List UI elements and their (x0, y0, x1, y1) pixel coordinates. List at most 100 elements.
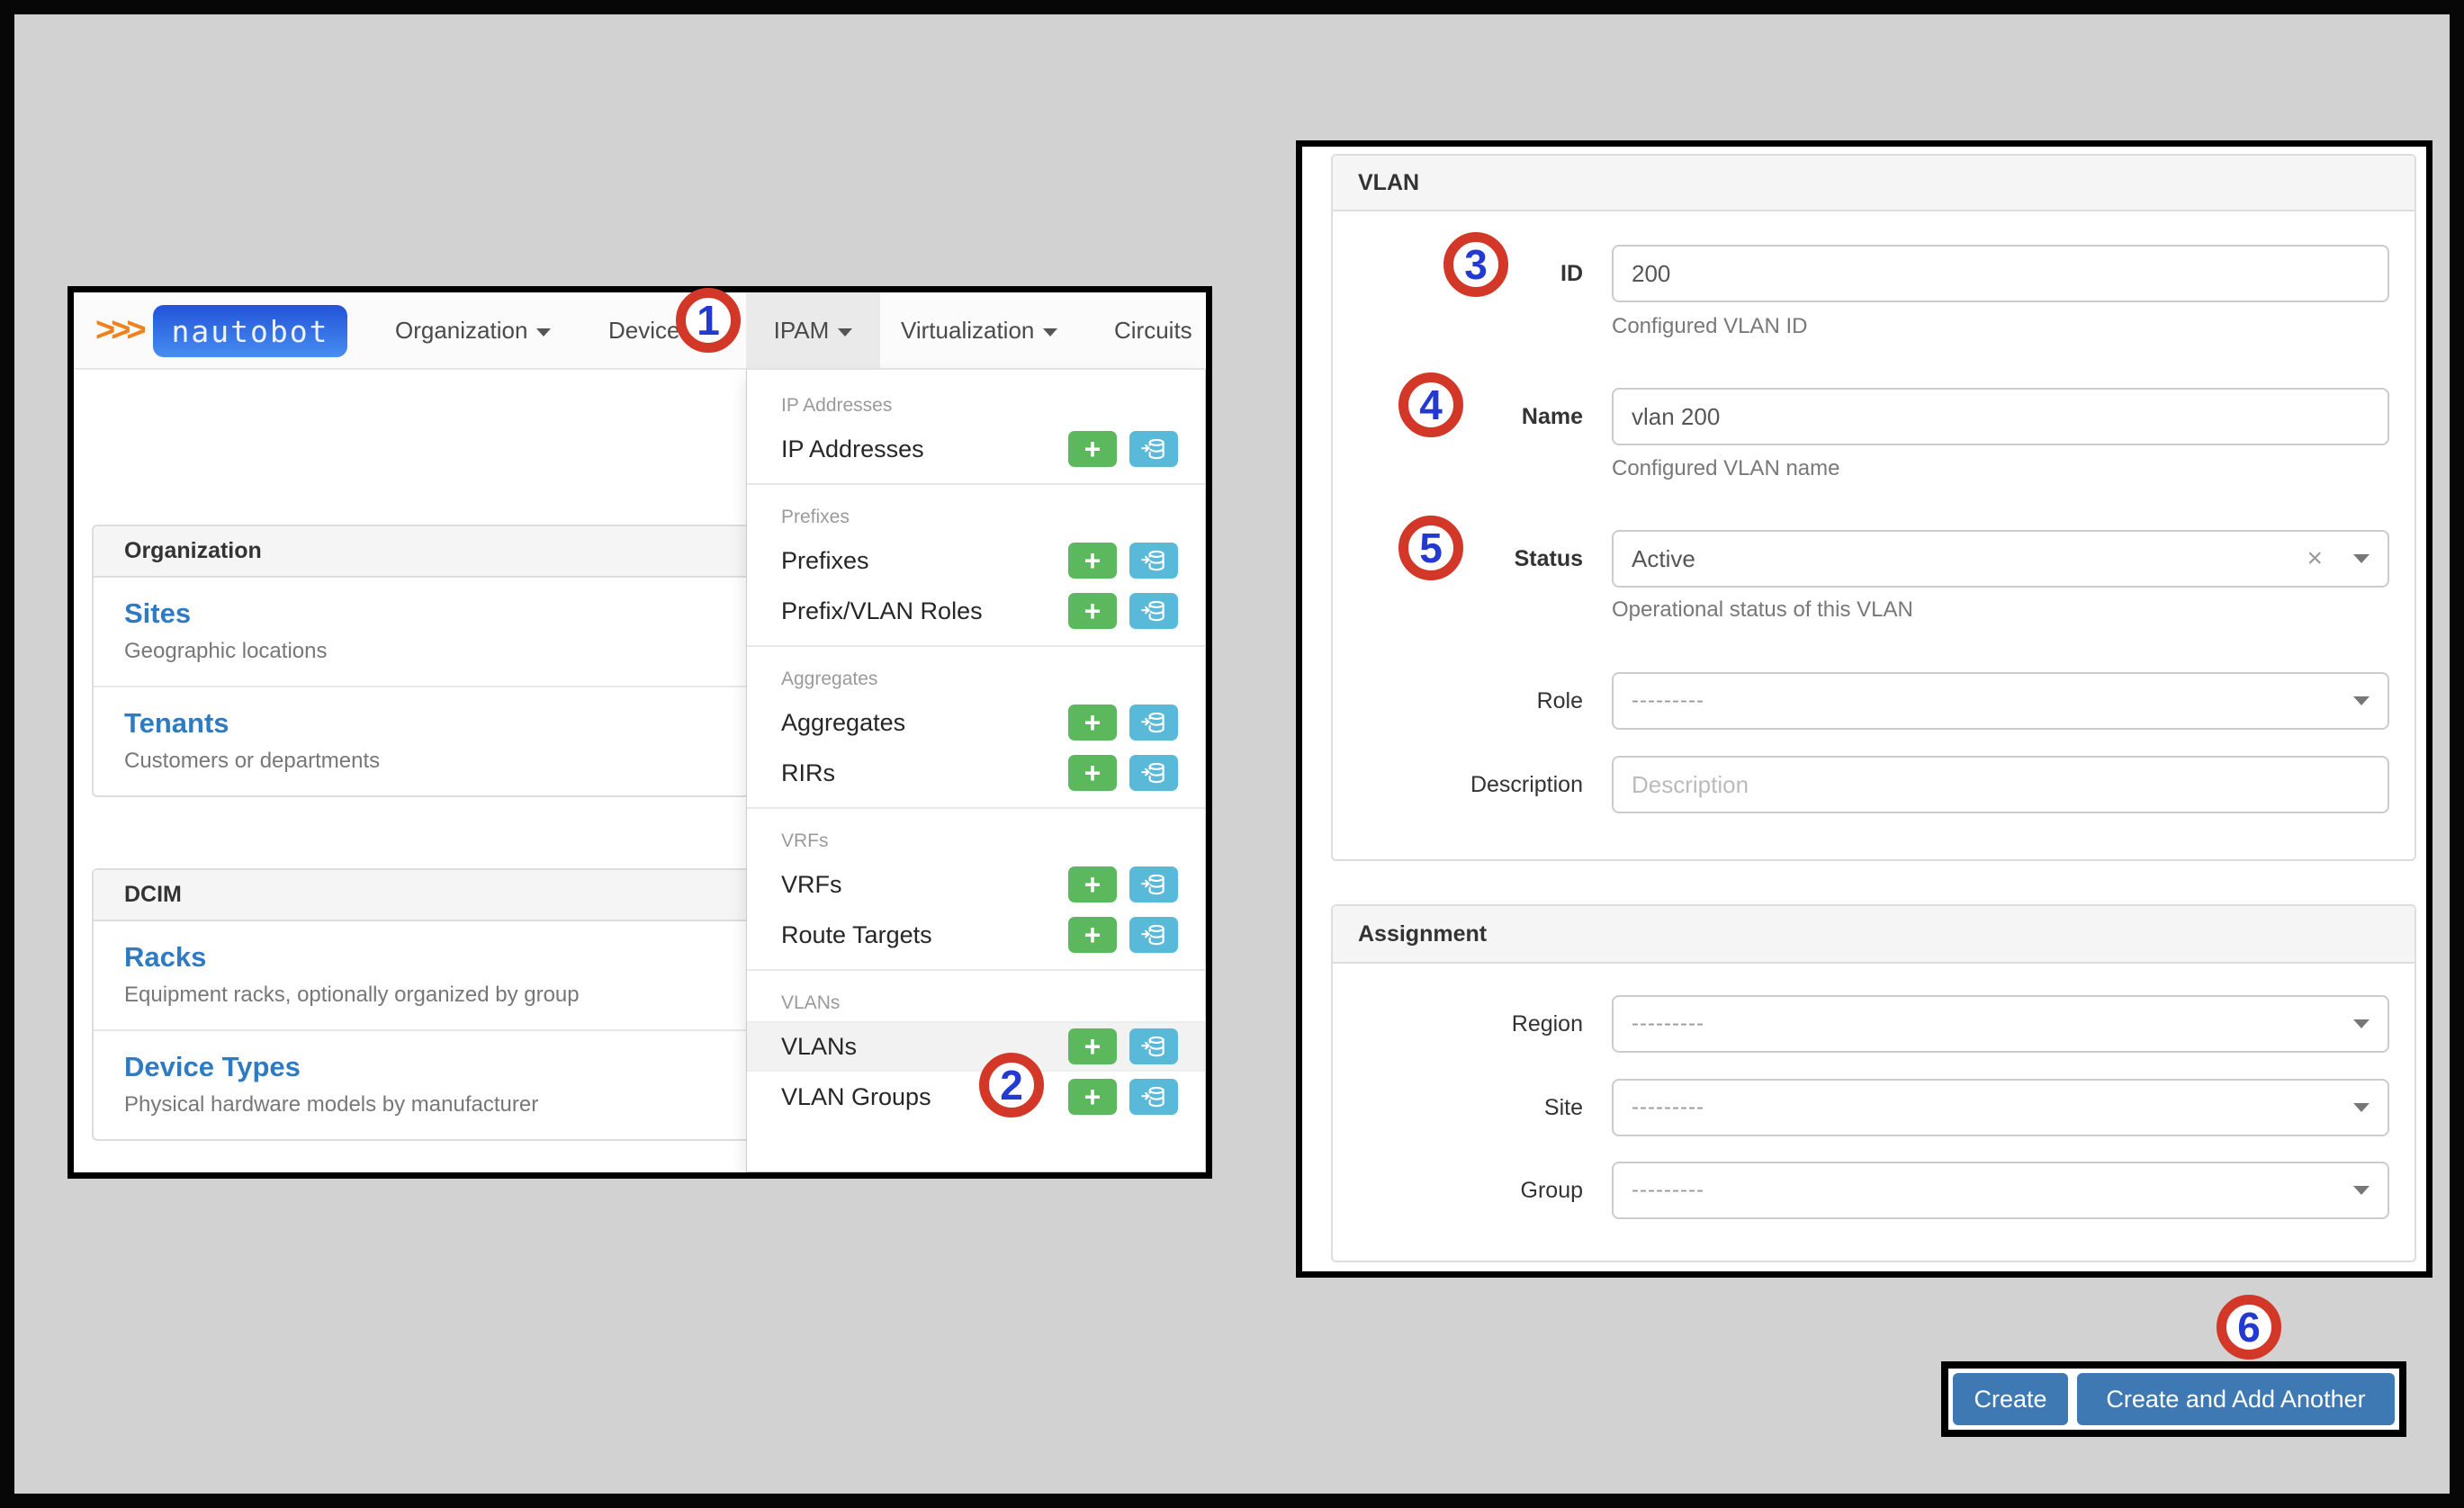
annotation-number: 3 (1464, 240, 1488, 289)
annotation-circle-1: 1 (676, 288, 741, 353)
plus-icon: + (1084, 706, 1102, 739)
clear-selection-icon[interactable]: × (2307, 545, 2323, 572)
import-button[interactable] (1129, 705, 1178, 741)
caret-down-icon (838, 328, 852, 337)
nav-item-virtualization[interactable]: Virtualization (901, 292, 1057, 368)
region-label: Region (1340, 995, 1583, 1053)
status-select[interactable]: Active × (1612, 530, 2389, 588)
nav-item-label: Virtualization (901, 317, 1034, 344)
menu-item-label: Route Targets (781, 921, 1056, 949)
create-button[interactable]: Create (1953, 1373, 2068, 1425)
menu-item-vrfs[interactable]: VRFs + (747, 859, 1205, 910)
menu-divider (747, 645, 1205, 647)
nautobot-nav-screenshot: >>> nautobot Organization Devices IPAM V… (67, 286, 1212, 1179)
plus-icon: + (1084, 1081, 1102, 1113)
status-help-text: Operational status of this VLAN (1612, 597, 1913, 623)
menu-divider (747, 483, 1205, 485)
name-field[interactable] (1612, 388, 2389, 445)
annotation-number: 5 (1419, 524, 1443, 572)
add-button[interactable]: + (1068, 917, 1117, 953)
import-button[interactable] (1129, 543, 1178, 579)
role-select[interactable]: --------- (1612, 672, 2389, 730)
region-select[interactable]: --------- (1612, 995, 2389, 1053)
plus-icon: + (1084, 595, 1102, 627)
menu-item-route-targets[interactable]: Route Targets + (747, 910, 1205, 960)
nav-item-circuits[interactable]: Circuits (1114, 292, 1192, 368)
caret-down-icon (2353, 1186, 2370, 1195)
annotation-circle-2: 2 (979, 1053, 1044, 1118)
database-import-icon (1140, 1033, 1167, 1060)
group-label: Group (1340, 1162, 1583, 1219)
plus-icon: + (1084, 757, 1102, 789)
import-button[interactable] (1129, 866, 1178, 902)
add-button[interactable]: + (1068, 431, 1117, 467)
menu-item-vlans[interactable]: VLANs + (747, 1021, 1205, 1072)
database-import-icon (1140, 547, 1167, 574)
menu-item-label: RIRs (781, 759, 1056, 787)
annotation-circle-6: 6 (2217, 1295, 2281, 1360)
annotated-tutorial-canvas: >>> nautobot Organization Devices IPAM V… (0, 0, 2464, 1508)
add-button[interactable]: + (1068, 543, 1117, 579)
caret-down-icon (2353, 1019, 2370, 1028)
import-button[interactable] (1129, 1079, 1178, 1115)
group-select[interactable]: --------- (1612, 1162, 2389, 1219)
caret-down-icon (536, 328, 551, 337)
vlan-form-screenshot: VLAN ID Configured VLAN ID Name Configur… (1296, 140, 2433, 1278)
import-button[interactable] (1129, 431, 1178, 467)
import-button[interactable] (1129, 755, 1178, 791)
menu-item-label: Aggregates (781, 709, 1056, 737)
status-selected-value: Active (1632, 545, 2307, 573)
menu-item-ip-addresses[interactable]: IP Addresses + (747, 424, 1205, 474)
site-selected-value: --------- (1632, 1095, 2353, 1120)
site-select[interactable]: --------- (1612, 1079, 2389, 1136)
add-button[interactable]: + (1068, 755, 1117, 791)
annotation-circle-4: 4 (1398, 373, 1463, 437)
add-button[interactable]: + (1068, 1028, 1117, 1064)
nav-item-organization[interactable]: Organization (395, 292, 551, 368)
menu-item-aggregates[interactable]: Aggregates + (747, 697, 1205, 748)
import-button[interactable] (1129, 917, 1178, 953)
id-field[interactable] (1612, 245, 2389, 302)
menu-section-header: VLANs (747, 980, 1205, 1021)
description-label: Description (1340, 756, 1583, 813)
menu-item-label: Prefixes (781, 547, 1056, 575)
name-help-text: Configured VLAN name (1612, 456, 1839, 481)
menu-item-label: Prefix/VLAN Roles (781, 597, 1056, 625)
database-import-icon (1140, 921, 1167, 948)
region-selected-value: --------- (1632, 1011, 2353, 1037)
menu-divider (747, 807, 1205, 809)
add-button[interactable]: + (1068, 705, 1117, 741)
caret-down-icon (2353, 554, 2370, 563)
menu-item-prefix-vlan-roles[interactable]: Prefix/VLAN Roles + (747, 586, 1205, 636)
annotation-circle-3: 3 (1443, 232, 1508, 297)
menu-section-header: IP Addresses (747, 382, 1205, 424)
plus-icon: + (1084, 433, 1102, 465)
annotation-number: 6 (2237, 1303, 2261, 1351)
role-label: Role (1340, 672, 1583, 730)
create-and-add-another-button[interactable]: Create and Add Another (2077, 1373, 2395, 1425)
nav-item-ipam[interactable]: IPAM (746, 292, 880, 368)
annotation-number: 1 (697, 296, 720, 345)
menu-item-vlan-groups[interactable]: VLAN Groups + (747, 1072, 1205, 1122)
database-import-icon (1140, 435, 1167, 462)
navbar: >>> nautobot Organization Devices IPAM V… (74, 292, 1206, 370)
plus-icon: + (1084, 1030, 1102, 1063)
annotation-number: 4 (1419, 381, 1443, 429)
group-selected-value: --------- (1632, 1178, 2353, 1203)
plus-icon: + (1084, 544, 1102, 577)
description-field[interactable] (1612, 756, 2389, 813)
import-button[interactable] (1129, 1028, 1178, 1064)
site-label: Site (1340, 1079, 1583, 1136)
id-help-text: Configured VLAN ID (1612, 314, 1807, 339)
menu-section-header: VRFs (747, 818, 1205, 859)
add-button[interactable]: + (1068, 866, 1117, 902)
add-button[interactable]: + (1068, 1079, 1117, 1115)
menu-item-rirs[interactable]: RIRs + (747, 748, 1205, 798)
menu-item-prefixes[interactable]: Prefixes + (747, 535, 1205, 586)
caret-down-icon (1043, 328, 1057, 337)
database-import-icon (1140, 871, 1167, 898)
nautobot-logo[interactable]: nautobot (153, 305, 347, 357)
import-button[interactable] (1129, 593, 1178, 629)
panel-heading: Assignment (1333, 906, 2415, 964)
add-button[interactable]: + (1068, 593, 1117, 629)
